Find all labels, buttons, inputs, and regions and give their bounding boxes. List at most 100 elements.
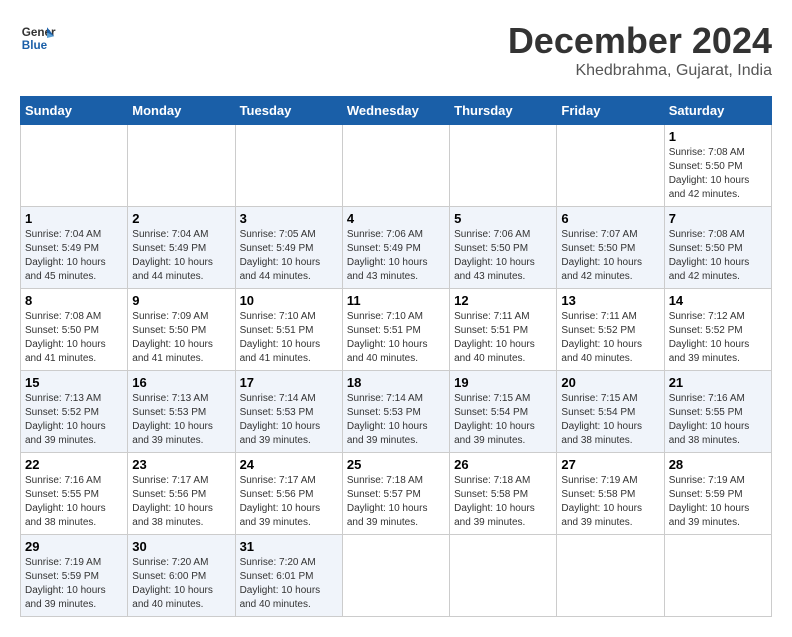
calendar-cell: 29 Sunrise: 7:19 AMSunset: 5:59 PMDayligh… [21,535,128,617]
calendar-cell: 21 Sunrise: 7:16 AMSunset: 5:55 PMDayligh… [664,371,771,453]
day-info: Sunrise: 7:08 AMSunset: 5:50 PMDaylight:… [669,146,767,202]
calendar-cell [664,535,771,617]
calendar-cell: 19 Sunrise: 7:15 AMSunset: 5:54 PMDayligh… [450,371,557,453]
calendar-cell: 3 Sunrise: 7:05 AMSunset: 5:49 PMDaylight… [235,207,342,289]
day-info: Sunrise: 7:12 AMSunset: 5:52 PMDaylight:… [669,310,767,366]
day-info: Sunrise: 7:07 AMSunset: 5:50 PMDaylight:… [561,228,659,284]
calendar-cell: 15 Sunrise: 7:13 AMSunset: 5:52 PMDayligh… [21,371,128,453]
day-info: Sunrise: 7:15 AMSunset: 5:54 PMDaylight:… [454,392,552,448]
calendar-cell: 16 Sunrise: 7:13 AMSunset: 5:53 PMDayligh… [128,371,235,453]
day-info: Sunrise: 7:16 AMSunset: 5:55 PMDaylight:… [669,392,767,448]
day-info: Sunrise: 7:06 AMSunset: 5:50 PMDaylight:… [454,228,552,284]
day-number: 1 [669,129,767,144]
day-number: 22 [25,457,123,472]
calendar-cell [557,125,664,207]
day-number: 19 [454,375,552,390]
calendar-cell: 12Sunrise: 7:11 AMSunset: 5:51 PMDayligh… [450,289,557,371]
calendar-cell: 24Sunrise: 7:17 AMSunset: 5:56 PMDayligh… [235,453,342,535]
day-info: Sunrise: 7:18 AMSunset: 5:58 PMDaylight:… [454,474,552,530]
day-number: 28 [669,457,767,472]
day-info: Sunrise: 7:04 AMSunset: 5:49 PMDaylight:… [132,228,230,284]
calendar-cell [450,535,557,617]
calendar-cell: 27Sunrise: 7:19 AMSunset: 5:58 PMDayligh… [557,453,664,535]
day-info: Sunrise: 7:05 AMSunset: 5:49 PMDaylight:… [240,228,338,284]
calendar-cell: 6 Sunrise: 7:07 AMSunset: 5:50 PMDaylight… [557,207,664,289]
day-number: 15 [25,375,123,390]
day-info: Sunrise: 7:15 AMSunset: 5:54 PMDaylight:… [561,392,659,448]
day-info: Sunrise: 7:20 AMSunset: 6:00 PMDaylight:… [132,556,230,612]
day-number: 6 [561,211,659,226]
calendar-cell: 20Sunrise: 7:15 AMSunset: 5:54 PMDayligh… [557,371,664,453]
day-number: 8 [25,293,123,308]
day-info: Sunrise: 7:10 AMSunset: 5:51 PMDaylight:… [240,310,338,366]
day-info: Sunrise: 7:10 AMSunset: 5:51 PMDaylight:… [347,310,445,366]
day-number: 2 [132,211,230,226]
day-number: 3 [240,211,338,226]
logo-icon: General Blue [20,20,56,56]
day-number: 16 [132,375,230,390]
calendar-cell: 17Sunrise: 7:14 AMSunset: 5:53 PMDayligh… [235,371,342,453]
calendar-cell: 8 Sunrise: 7:08 AMSunset: 5:50 PMDaylight… [21,289,128,371]
calendar-cell: 23Sunrise: 7:17 AMSunset: 5:56 PMDayligh… [128,453,235,535]
day-number: 5 [454,211,552,226]
day-info: Sunrise: 7:06 AMSunset: 5:49 PMDaylight:… [347,228,445,284]
calendar-cell: 31 Sunrise: 7:20 AMSunset: 6:01 PMDayligh… [235,535,342,617]
calendar-cell: 2 Sunrise: 7:04 AMSunset: 5:49 PMDaylight… [128,207,235,289]
day-info: Sunrise: 7:20 AMSunset: 6:01 PMDaylight:… [240,556,338,612]
week-row-0: 1 Sunrise: 7:08 AMSunset: 5:50 PMDaylight… [21,125,772,207]
day-number: 30 [132,539,230,554]
calendar-cell: 30 Sunrise: 7:20 AMSunset: 6:00 PMDayligh… [128,535,235,617]
day-info: Sunrise: 7:13 AMSunset: 5:53 PMDaylight:… [132,392,230,448]
month-title: December 2024 [508,20,772,62]
day-info: Sunrise: 7:11 AMSunset: 5:52 PMDaylight:… [561,310,659,366]
svg-text:Blue: Blue [22,39,48,52]
header-friday: Friday [557,97,664,125]
calendar-cell: 9 Sunrise: 7:09 AMSunset: 5:50 PMDaylight… [128,289,235,371]
day-info: Sunrise: 7:14 AMSunset: 5:53 PMDaylight:… [240,392,338,448]
calendar-cell: 18 Sunrise: 7:14 AMSunset: 5:53 PMDayligh… [342,371,449,453]
header-thursday: Thursday [450,97,557,125]
calendar-cell [450,125,557,207]
calendar-cell: 13 Sunrise: 7:11 AMSunset: 5:52 PMDayligh… [557,289,664,371]
day-info: Sunrise: 7:13 AMSunset: 5:52 PMDaylight:… [25,392,123,448]
calendar-cell [342,125,449,207]
day-number: 7 [669,211,767,226]
calendar-cell: 1 Sunrise: 7:04 AMSunset: 5:49 PMDaylight… [21,207,128,289]
day-number: 4 [347,211,445,226]
day-info: Sunrise: 7:08 AMSunset: 5:50 PMDaylight:… [25,310,123,366]
day-info: Sunrise: 7:11 AMSunset: 5:51 PMDaylight:… [454,310,552,366]
header-sunday: Sunday [21,97,128,125]
day-number: 9 [132,293,230,308]
logo: General Blue [20,20,56,56]
calendar-cell: 1 Sunrise: 7:08 AMSunset: 5:50 PMDaylight… [664,125,771,207]
day-number: 29 [25,539,123,554]
calendar-table: SundayMondayTuesdayWednesdayThursdayFrid… [20,96,772,617]
day-info: Sunrise: 7:18 AMSunset: 5:57 PMDaylight:… [347,474,445,530]
day-number: 21 [669,375,767,390]
day-info: Sunrise: 7:19 AMSunset: 5:59 PMDaylight:… [25,556,123,612]
calendar-cell [128,125,235,207]
week-row-3: 15 Sunrise: 7:13 AMSunset: 5:52 PMDayligh… [21,371,772,453]
day-number: 10 [240,293,338,308]
calendar-cell: 4 Sunrise: 7:06 AMSunset: 5:49 PMDaylight… [342,207,449,289]
calendar-cell: 25Sunrise: 7:18 AMSunset: 5:57 PMDayligh… [342,453,449,535]
day-info: Sunrise: 7:08 AMSunset: 5:50 PMDaylight:… [669,228,767,284]
calendar-cell: 14Sunrise: 7:12 AMSunset: 5:52 PMDayligh… [664,289,771,371]
day-number: 31 [240,539,338,554]
day-number: 1 [25,211,123,226]
header-wednesday: Wednesday [342,97,449,125]
calendar-cell: 28Sunrise: 7:19 AMSunset: 5:59 PMDayligh… [664,453,771,535]
day-info: Sunrise: 7:14 AMSunset: 5:53 PMDaylight:… [347,392,445,448]
calendar-cell [342,535,449,617]
calendar-cell [557,535,664,617]
day-info: Sunrise: 7:09 AMSunset: 5:50 PMDaylight:… [132,310,230,366]
day-number: 18 [347,375,445,390]
day-info: Sunrise: 7:16 AMSunset: 5:55 PMDaylight:… [25,474,123,530]
calendar-cell [21,125,128,207]
header-saturday: Saturday [664,97,771,125]
day-number: 13 [561,293,659,308]
week-row-2: 8 Sunrise: 7:08 AMSunset: 5:50 PMDaylight… [21,289,772,371]
day-info: Sunrise: 7:04 AMSunset: 5:49 PMDaylight:… [25,228,123,284]
page-header: General Blue December 2024 Khedbrahma, G… [20,20,772,80]
week-row-1: 1 Sunrise: 7:04 AMSunset: 5:49 PMDaylight… [21,207,772,289]
